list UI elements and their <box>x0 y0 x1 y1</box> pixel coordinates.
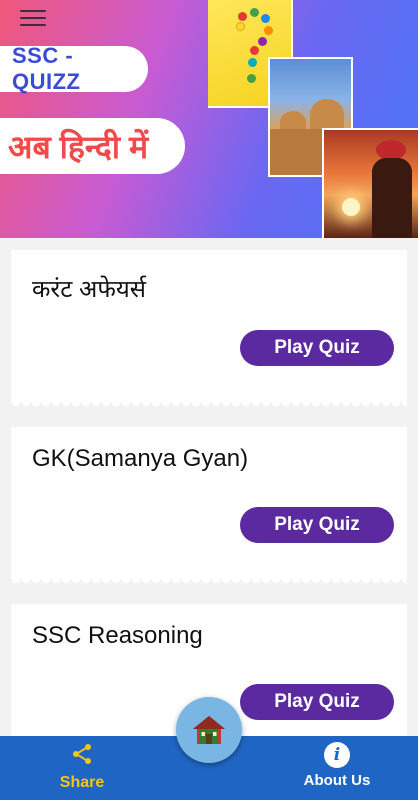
play-quiz-button[interactable]: Play Quiz <box>240 684 394 720</box>
sunset-man-image <box>322 128 418 238</box>
card-title: SSC Reasoning <box>32 622 203 649</box>
share-label: Share <box>59 774 105 791</box>
hamburger-icon[interactable] <box>20 10 46 28</box>
home-fab-button[interactable] <box>176 697 242 763</box>
quiz-card-gk: GK(Samanya Gyan) Play Quiz <box>11 427 407 585</box>
app-title-pill: SSC - QUIZZ <box>0 43 148 94</box>
info-icon: i <box>324 742 350 768</box>
play-quiz-button[interactable]: Play Quiz <box>240 330 394 366</box>
about-us-nav-item[interactable]: i About Us <box>292 742 382 796</box>
header-banner: SSC - QUIZZ अब हिन्दी में <box>0 0 418 238</box>
about-us-label: About Us <box>303 772 371 789</box>
card-title: GK(Samanya Gyan) <box>32 445 249 472</box>
hindi-subtitle-pill: अब हिन्दी में <box>0 118 185 174</box>
share-icon <box>73 744 91 764</box>
share-nav-item[interactable]: Share <box>45 742 119 796</box>
quiz-card-current-affairs: करंट अफेयर्स Play Quiz <box>11 250 407 408</box>
play-quiz-button[interactable]: Play Quiz <box>240 507 394 543</box>
home-icon <box>193 716 225 744</box>
card-title: करंट अफेयर्स <box>32 276 146 303</box>
